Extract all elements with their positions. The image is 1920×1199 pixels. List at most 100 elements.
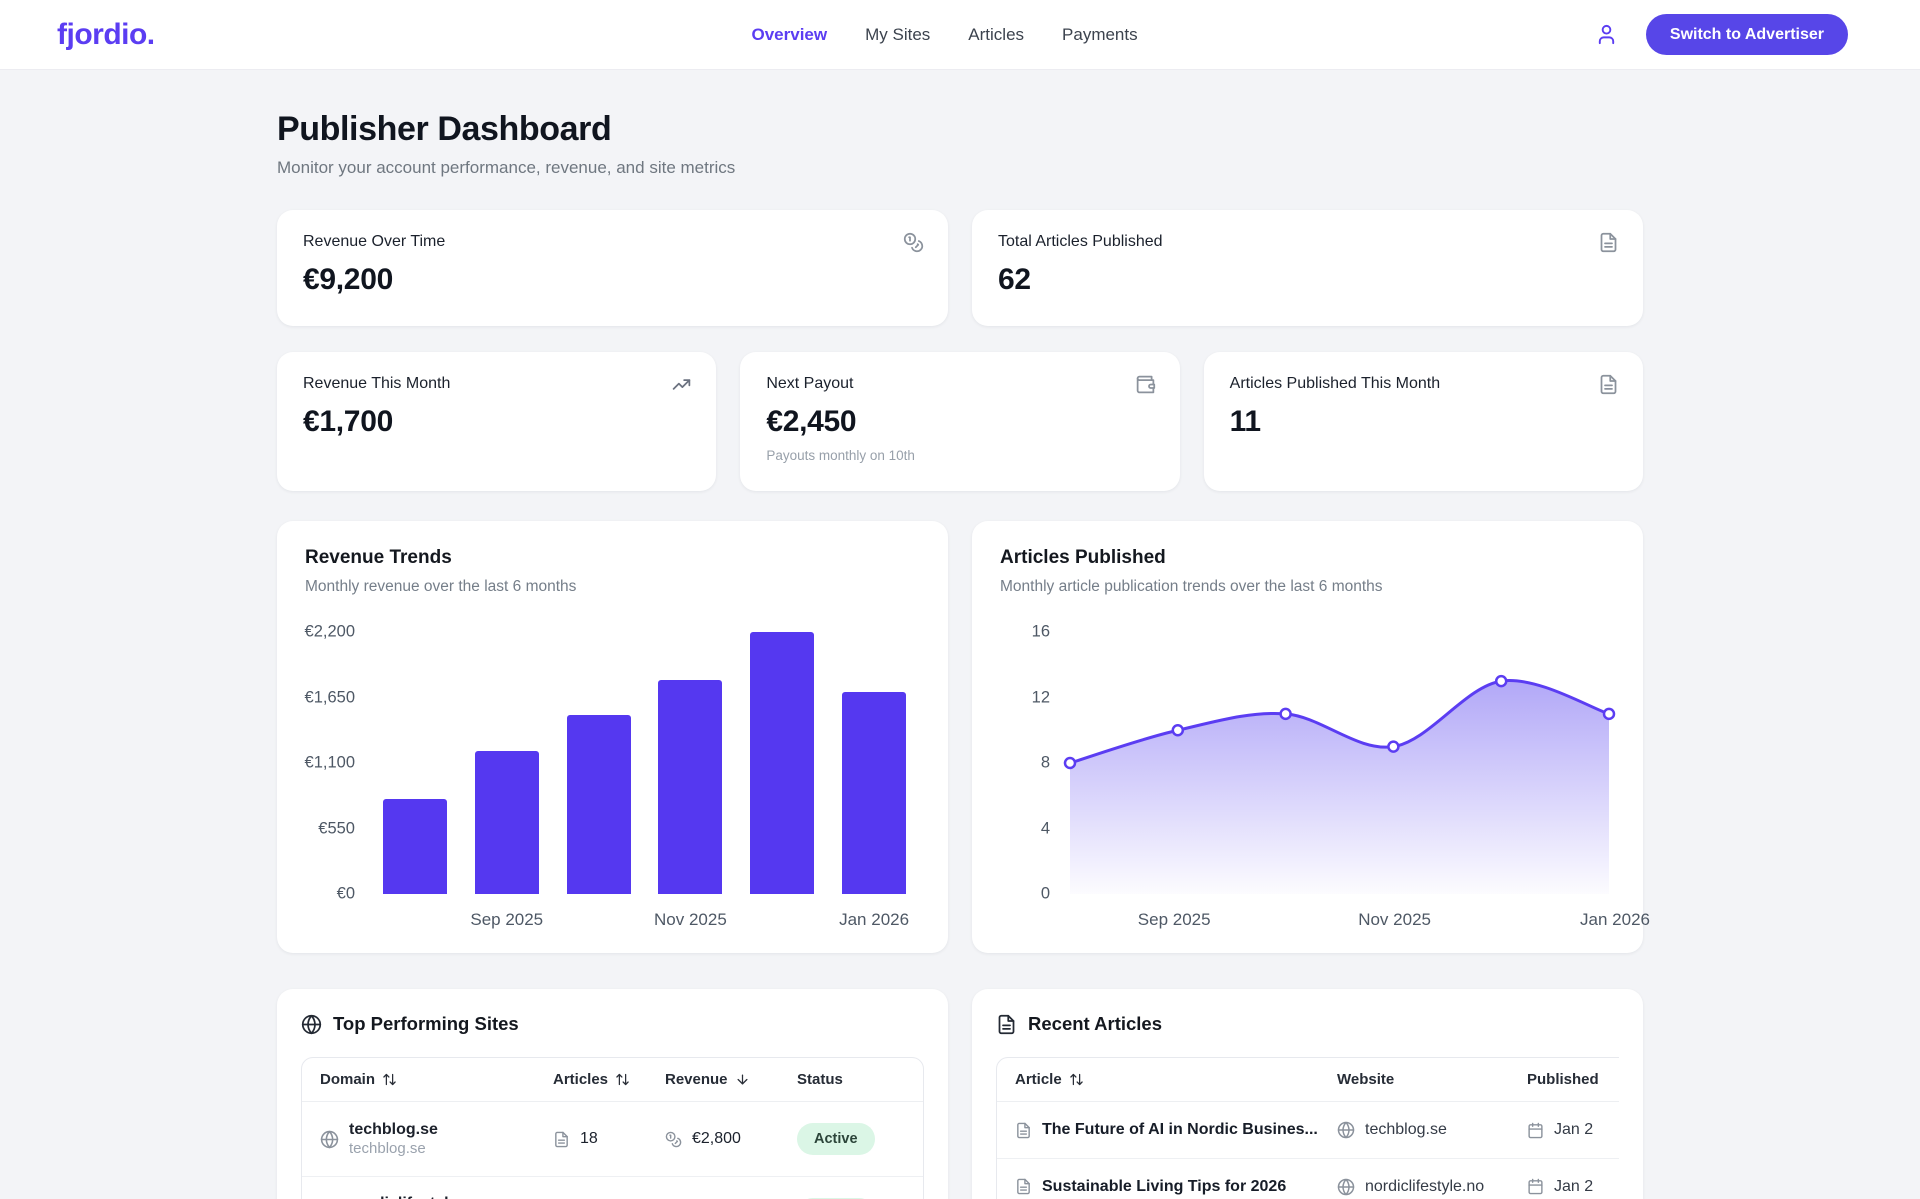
stat-card-total-articles: Total Articles Published 62 [972,210,1643,326]
column-label: Article [1015,1071,1062,1088]
stat-value: 11 [1230,405,1617,439]
recent-articles-card: Recent Articles ArticleWebsitePublished … [972,989,1643,1199]
column-header-website[interactable]: Website [1337,1071,1527,1088]
data-point[interactable] [1173,725,1183,735]
coins-icon [903,232,924,258]
card-title-row: Top Performing Sites [301,1013,924,1035]
domain-name: nordiclifestyle.no [349,1194,481,1199]
nav-item-my-sites[interactable]: My Sites [865,25,930,45]
sites-table-header: Domain Articles Revenue Status [302,1058,923,1102]
tables-row: Top Performing Sites Domain Articles Reven… [277,989,1643,1199]
data-point[interactable] [1388,742,1398,752]
article-website: nordiclifestyle.no [1365,1178,1484,1196]
brand-logo[interactable]: fjordio. [57,18,155,52]
nav-item-articles[interactable]: Articles [968,25,1024,45]
data-point[interactable] [1281,709,1291,719]
calendar-icon [1527,1178,1544,1195]
data-point[interactable] [1604,709,1614,719]
stat-card-revenue-over-time: Revenue Over Time €9,200 [277,210,948,326]
switch-to-advertiser-button[interactable]: Switch to Advertiser [1646,14,1848,55]
column-label: Domain [320,1071,375,1088]
articles-line-chart-svg [1064,632,1615,894]
chart-title: Articles Published [1000,547,1615,569]
chart-subtitle: Monthly revenue over the last 6 months [305,578,920,596]
y-tick-label: €0 [337,885,355,904]
stat-label: Next Payout [766,375,1153,393]
x-tick-label: Jan 2026 [839,910,909,930]
data-point[interactable] [1065,758,1075,768]
column-header-article[interactable]: Article [1015,1071,1337,1088]
y-tick-label: 8 [1041,754,1050,773]
stats-row-2: Revenue This Month €1,700 Next Payout €2… [277,352,1643,491]
payout-schedule-caption: Payouts monthly on 10th [766,448,1153,463]
stat-label: Revenue This Month [303,375,690,393]
topbar-right: Switch to Advertiser [1595,14,1848,55]
data-point[interactable] [1496,676,1506,686]
nav-item-payments[interactable]: Payments [1062,25,1138,45]
charts-row: Revenue Trends Monthly revenue over the … [277,521,1643,953]
page-subtitle: Monitor your account performance, revenu… [277,158,1643,178]
column-header-published[interactable]: Published [1527,1071,1619,1088]
arrow-down-icon [735,1072,750,1087]
column-label: Published [1527,1071,1599,1088]
column-header-articles[interactable]: Articles [553,1071,665,1088]
globe-icon [1337,1121,1355,1139]
nav-item-overview[interactable]: Overview [751,25,827,45]
line-chart-y-axis: 0481216 [1000,632,1064,894]
bar-chart-plot [369,632,920,894]
line-chart-plot [1064,632,1615,894]
article-title: Sustainable Living Tips for 2026 [1042,1178,1286,1196]
articles-table-header: Article Website Published [997,1058,1619,1102]
stat-value: 62 [998,263,1617,297]
revenue-bar[interactable] [567,715,631,894]
arrow-up-down-icon [1069,1072,1084,1087]
domain-cell: nordiclifestyle.no nordiclifestyle.no [349,1194,481,1199]
revenue-trends-chart-card: Revenue Trends Monthly revenue over the … [277,521,948,953]
y-tick-label: €2,200 [305,623,355,642]
column-label: Website [1337,1071,1394,1088]
column-label: Articles [553,1071,608,1088]
line-chart: 0481216 [1000,632,1615,894]
chart-title: Revenue Trends [305,547,920,569]
article-title: The Future of AI in Nordic Busines... [1042,1121,1318,1139]
trending-up-icon [671,374,692,400]
file-text-icon [1015,1122,1032,1139]
article-website: techblog.se [1365,1121,1447,1139]
nav-links: Overview My Sites Articles Payments [751,25,1137,45]
stat-label: Articles Published This Month [1230,375,1617,393]
x-tick-label: Nov 2025 [654,910,727,930]
calendar-icon [1527,1122,1544,1139]
card-title-row: Recent Articles [996,1013,1619,1035]
sites-table: Domain Articles Revenue Status techblog.se … [301,1057,924,1199]
revenue-value: €2,800 [692,1130,741,1148]
articles-count: 18 [580,1130,598,1148]
revenue-bar[interactable] [658,680,722,894]
y-tick-label: €1,650 [305,688,355,707]
x-tick-label: Nov 2025 [1358,910,1431,930]
stats-row-1: Revenue Over Time €9,200 Total Articles … [277,210,1643,326]
column-header-status[interactable]: Status [797,1071,905,1088]
column-label: Revenue [665,1071,728,1088]
arrow-up-down-icon [615,1072,630,1087]
user-icon[interactable] [1595,23,1618,46]
article-row[interactable]: Sustainable Living Tips for 2026 nordicl… [997,1158,1619,1199]
column-header-domain[interactable]: Domain [320,1071,553,1088]
revenue-bar[interactable] [383,799,447,894]
card-title: Top Performing Sites [333,1013,519,1035]
revenue-bar[interactable] [475,751,539,894]
domain-cell: techblog.se techblog.se [349,1120,438,1159]
bar-chart-y-axis: €0€550€1,100€1,650€2,200 [305,632,369,894]
top-performing-sites-card: Top Performing Sites Domain Articles Reven… [277,989,948,1199]
revenue-bar[interactable] [750,632,814,894]
status-badge: Active [797,1123,875,1155]
article-row[interactable]: The Future of AI in Nordic Busines... te… [997,1102,1619,1158]
column-header-revenue[interactable]: Revenue [665,1071,797,1088]
revenue-bar[interactable] [842,692,906,894]
site-row-nordiclifestyle-no[interactable]: nordiclifestyle.no nordiclifestyle.no 15… [302,1176,923,1199]
chart-subtitle: Monthly article publication trends over … [1000,578,1615,596]
site-row-techblog-se[interactable]: techblog.se techblog.se 18 €2,800 Active [302,1102,923,1176]
domain-sub: techblog.se [349,1140,438,1159]
y-tick-label: 4 [1041,819,1050,838]
y-tick-label: 12 [1032,688,1050,707]
y-tick-label: 0 [1041,885,1050,904]
